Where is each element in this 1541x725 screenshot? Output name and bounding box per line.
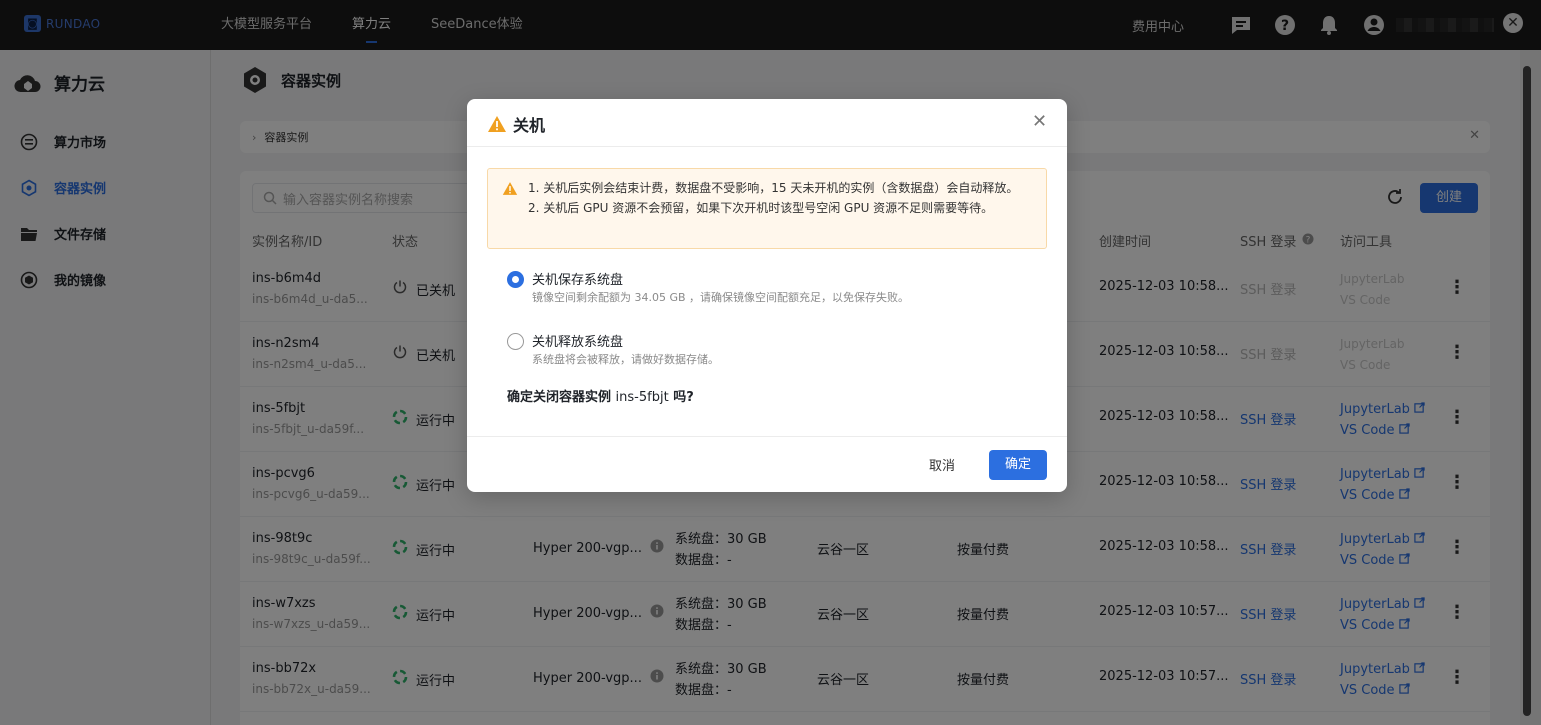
alert-line-1: 1. 关机后实例会结束计费，数据盘不受影响，15 天未开机的实例（含数据盘）会自… (528, 181, 1019, 195)
dialog-title: 关机 (487, 112, 545, 136)
alert-line-2: 2. 关机后 GPU 资源不会预留，如果下次开机时该型号空闲 GPU 资源不足则… (528, 201, 994, 215)
warning-icon (502, 182, 518, 195)
confirm-prefix: 确定关闭容器实例 (507, 390, 612, 405)
radio-keep-system-disk[interactable] (507, 271, 524, 288)
option-label: 关机释放系统盘 (532, 335, 624, 350)
confirm-button[interactable]: 确定 (989, 450, 1047, 480)
close-icon[interactable]: ✕ (1032, 112, 1047, 132)
dialog-title-text: 关机 (513, 116, 546, 135)
cancel-button[interactable]: 取消 (929, 455, 955, 474)
warning-icon (488, 116, 506, 132)
confirm-instance-id: ins-5fbjt (615, 390, 669, 405)
confirm-question: 确定关闭容器实例 ins-5fbjt 吗? (507, 386, 694, 405)
dialog-header: 关机 ✕ (467, 99, 1067, 147)
radio-release-system-disk[interactable] (507, 333, 524, 350)
warning-alert: 1. 关机后实例会结束计费，数据盘不受影响，15 天未开机的实例（含数据盘）会自… (487, 168, 1047, 249)
option-description: 系统盘将会被释放，请做好数据存储。 (532, 353, 719, 366)
confirm-suffix: 吗? (673, 390, 694, 405)
option-description: 镜像空间剩余配额为 34.05 GB ，请确保镜像空间配额充足，以免保存失败。 (532, 291, 910, 304)
dialog-footer: 取消 确定 (467, 436, 1067, 492)
option-label: 关机保存系统盘 (532, 273, 624, 288)
shutdown-dialog: 关机 ✕ 1. 关机后实例会结束计费，数据盘不受影响，15 天未开机的实例（含数… (467, 99, 1067, 492)
